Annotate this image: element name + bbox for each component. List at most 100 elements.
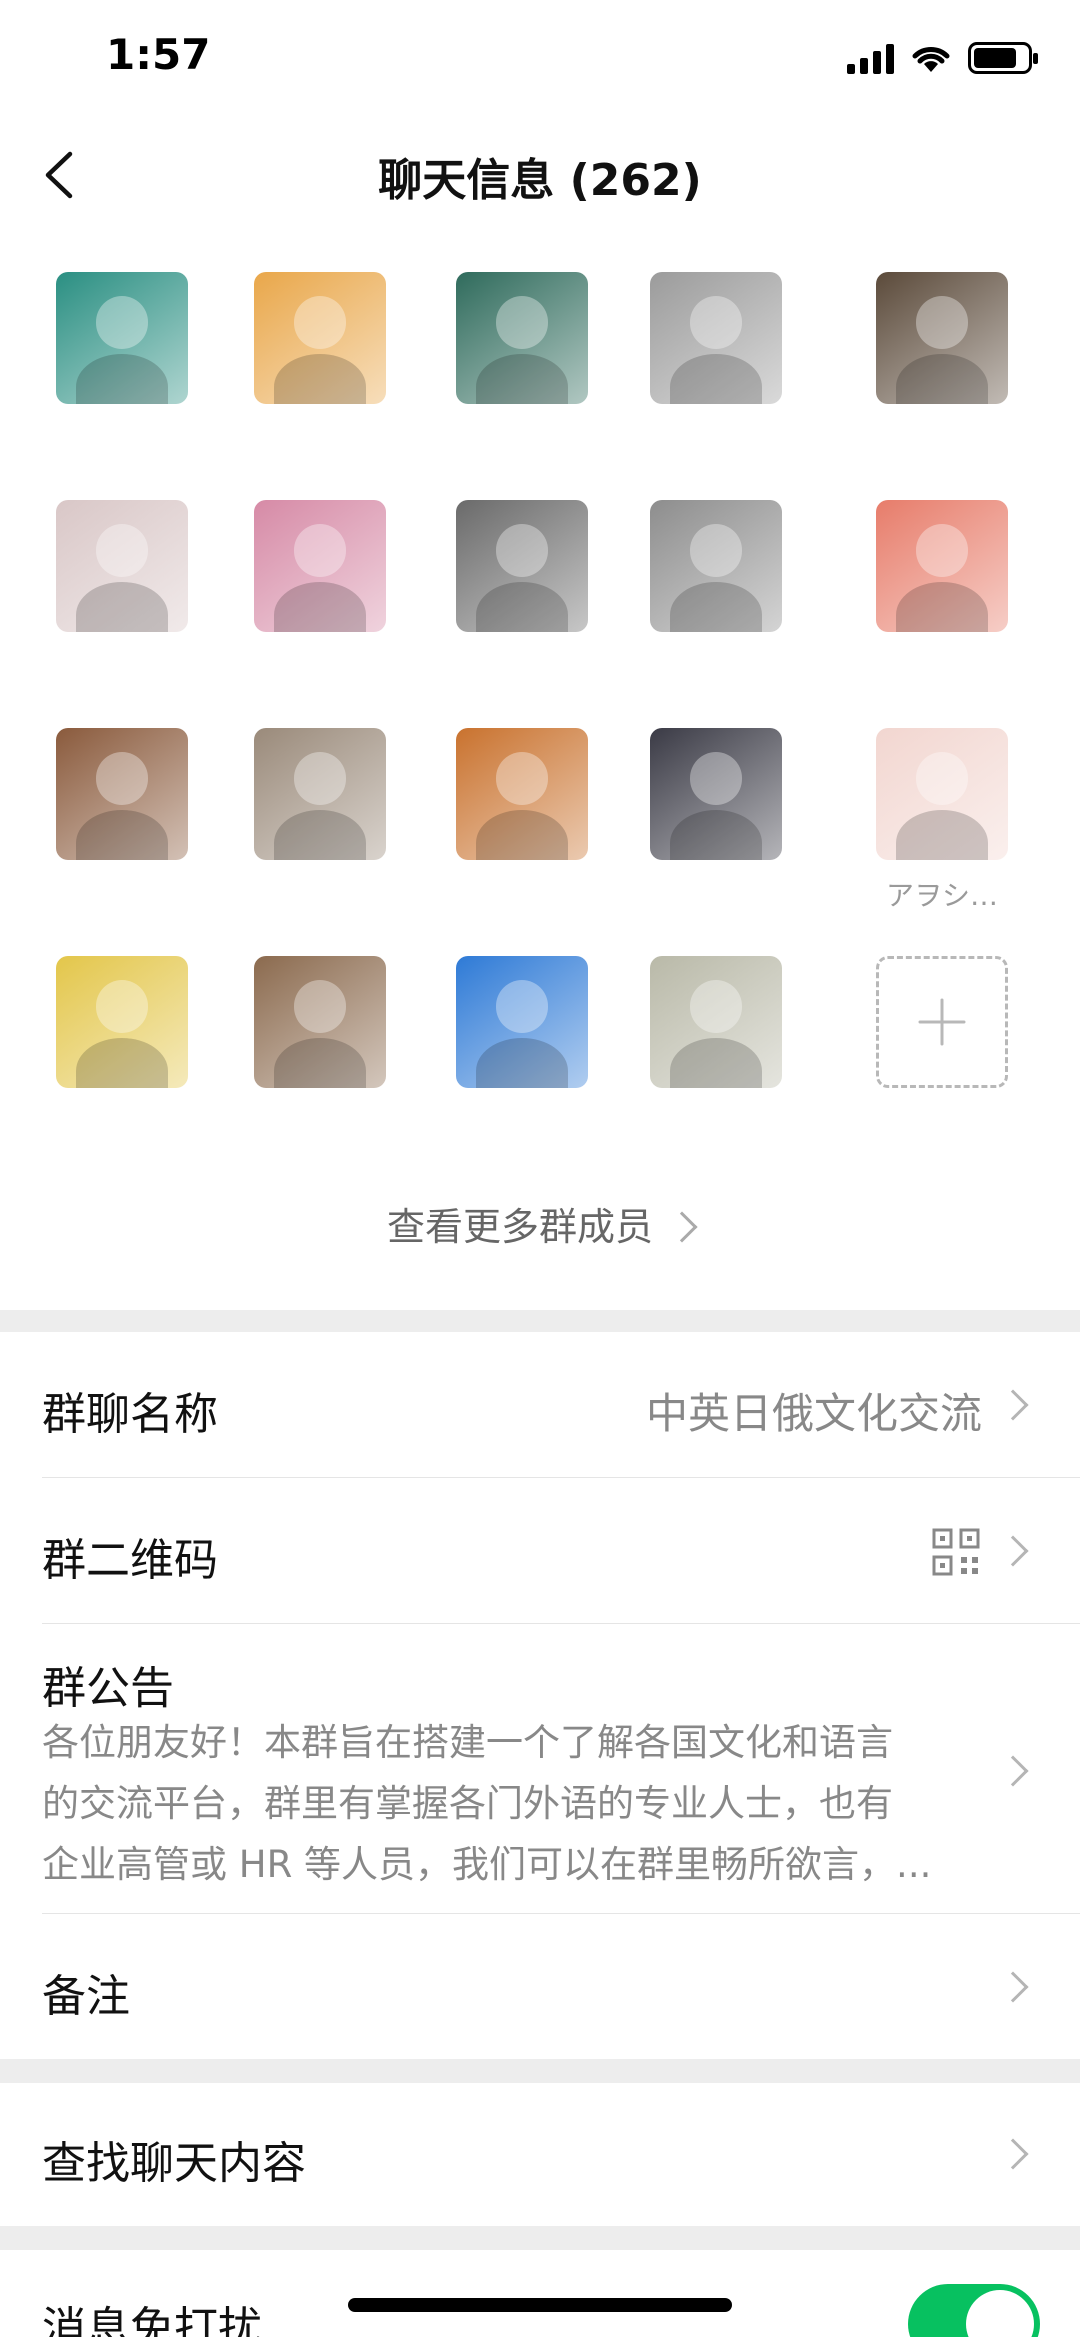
member-item[interactable] <box>56 956 188 1138</box>
do-not-disturb-label: 消息免打扰 <box>42 2303 262 2337</box>
nav-bar: 聊天信息 (262) <box>0 120 1080 230</box>
member-name <box>456 646 588 682</box>
chevron-right-icon <box>997 1535 1029 1567</box>
avatar <box>456 728 588 860</box>
qr-code-icon <box>932 1528 980 1576</box>
member-item[interactable] <box>876 272 1008 454</box>
avatar <box>650 272 782 404</box>
status-icons <box>847 38 1038 78</box>
member-name <box>650 1102 782 1138</box>
avatar <box>650 956 782 1088</box>
member-name <box>56 874 188 910</box>
member-item[interactable] <box>254 272 386 454</box>
group-name-row[interactable]: 群聊名称 中英日俄文化交流 <box>0 1332 1080 1478</box>
status-bar: 1:57 <box>0 0 1080 120</box>
notification-section: 消息免打扰 <box>0 2250 1080 2337</box>
chevron-right-icon <box>997 1389 1029 1421</box>
avatar <box>254 272 386 404</box>
view-more-members-label: 查看更多群成员 <box>386 1205 653 1249</box>
toggle-knob <box>966 2290 1034 2337</box>
member-item[interactable] <box>650 500 782 682</box>
search-chat-history-row[interactable]: 查找聊天内容 <box>0 2083 1080 2226</box>
avatar <box>456 272 588 404</box>
announcement-line: 的交流平台，群里有掌握各门外语的专业人士，也有 <box>42 1782 893 1825</box>
avatar <box>650 500 782 632</box>
announcement-line: 各位朋友好！本群旨在搭建一个了解各国文化和语言 <box>42 1721 893 1764</box>
member-item[interactable] <box>56 272 188 454</box>
group-name-value: 中英日俄文化交流 <box>645 1389 982 1438</box>
member-name <box>254 1102 386 1138</box>
avatar <box>254 728 386 860</box>
chevron-right-icon <box>997 1755 1029 1787</box>
member-item[interactable] <box>456 728 588 910</box>
avatar <box>650 728 782 860</box>
member-name <box>56 1102 188 1138</box>
remark-row[interactable]: 备注 <box>0 1914 1080 2059</box>
group-qr-code-row[interactable]: 群二维码 <box>0 1478 1080 1624</box>
member-item[interactable] <box>56 728 188 910</box>
member-item[interactable] <box>650 956 782 1138</box>
avatar <box>56 500 188 632</box>
add-member-item[interactable] <box>876 956 1008 1088</box>
avatar <box>876 500 1008 632</box>
chevron-right-icon <box>997 1971 1029 2003</box>
member-item[interactable] <box>650 272 782 454</box>
group-announcement-text: 各位朋友好！本群旨在搭建一个了解各国文化和语言 的交流平台，群里有掌握各门外语的… <box>42 1712 970 1895</box>
plus-icon <box>918 998 966 1046</box>
member-name <box>456 874 588 910</box>
avatar <box>254 956 386 1088</box>
member-item[interactable] <box>56 500 188 682</box>
avatar <box>56 728 188 860</box>
status-time: 1:57 <box>106 30 211 79</box>
member-item[interactable] <box>254 728 386 910</box>
member-name: アヲシ… <box>885 879 998 910</box>
member-item[interactable]: アヲシ… <box>876 728 1008 910</box>
avatar <box>876 272 1008 404</box>
search-chat-history-label: 查找聊天内容 <box>42 2138 306 2189</box>
avatar <box>876 728 1008 860</box>
avatar <box>56 956 188 1088</box>
group-announcement-row[interactable]: 群公告 各位朋友好！本群旨在搭建一个了解各国文化和语言 的交流平台，群里有掌握各… <box>0 1624 1080 1914</box>
member-name <box>876 418 1008 454</box>
chevron-right-icon <box>997 2138 1029 2170</box>
member-name <box>254 418 386 454</box>
group-settings-section: 群聊名称 中英日俄文化交流 群二维码 群公告 各位朋友好！本群旨在搭建一个了解各… <box>0 1332 1080 2059</box>
remark-label: 备注 <box>42 1971 130 2022</box>
group-announcement-label: 群公告 <box>42 1663 174 1714</box>
member-name <box>56 646 188 682</box>
group-name-label: 群聊名称 <box>42 1389 218 1440</box>
view-more-members-link[interactable]: 查看更多群成员 <box>0 1196 1080 1251</box>
member-item[interactable] <box>876 500 1008 682</box>
member-name <box>650 874 782 910</box>
member-item[interactable] <box>456 956 588 1138</box>
cellular-signal-icon <box>847 42 894 74</box>
do-not-disturb-row: 消息免打扰 <box>0 2250 1080 2337</box>
member-name <box>254 874 386 910</box>
add-member-button[interactable] <box>876 956 1008 1088</box>
member-name <box>56 418 188 454</box>
member-item[interactable] <box>456 272 588 454</box>
chevron-right-icon <box>666 1210 698 1243</box>
announcement-line: 企业高管或 HR 等人员，我们可以在群里畅所欲言，... <box>42 1843 932 1886</box>
member-name <box>650 646 782 682</box>
member-item[interactable] <box>650 728 782 910</box>
member-name <box>650 418 782 454</box>
home-indicator <box>348 2298 732 2312</box>
member-item[interactable] <box>254 956 386 1138</box>
search-section: 查找聊天内容 <box>0 2083 1080 2226</box>
member-name <box>456 418 588 454</box>
avatar <box>56 272 188 404</box>
member-item[interactable] <box>456 500 588 682</box>
avatar <box>456 500 588 632</box>
avatar <box>254 500 386 632</box>
avatar <box>456 956 588 1088</box>
do-not-disturb-toggle[interactable] <box>908 2284 1040 2337</box>
page-title: 聊天信息 (262) <box>378 155 702 206</box>
group-qr-code-label: 群二维码 <box>42 1535 218 1586</box>
member-name <box>254 646 386 682</box>
battery-icon <box>968 42 1038 74</box>
member-item[interactable] <box>254 500 386 682</box>
member-name <box>876 646 1008 682</box>
member-name <box>456 1102 588 1138</box>
wifi-icon <box>912 47 950 72</box>
